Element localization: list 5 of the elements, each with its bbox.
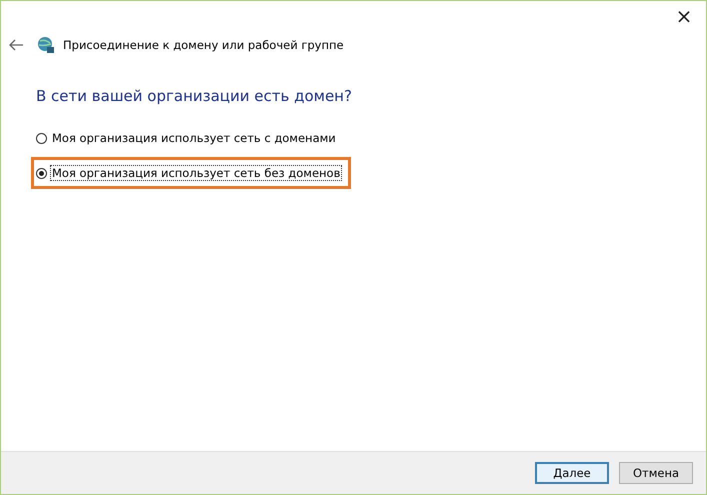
next-button[interactable]: Далее xyxy=(535,462,609,484)
dialog-title: Присоединение к домену или рабочей группе xyxy=(63,38,344,52)
question-heading: В сети вашей организации есть домен? xyxy=(36,87,353,105)
cancel-button[interactable]: Отмена xyxy=(619,462,693,484)
radio-option[interactable]: Моя организация использует сеть с доменами xyxy=(36,130,338,146)
